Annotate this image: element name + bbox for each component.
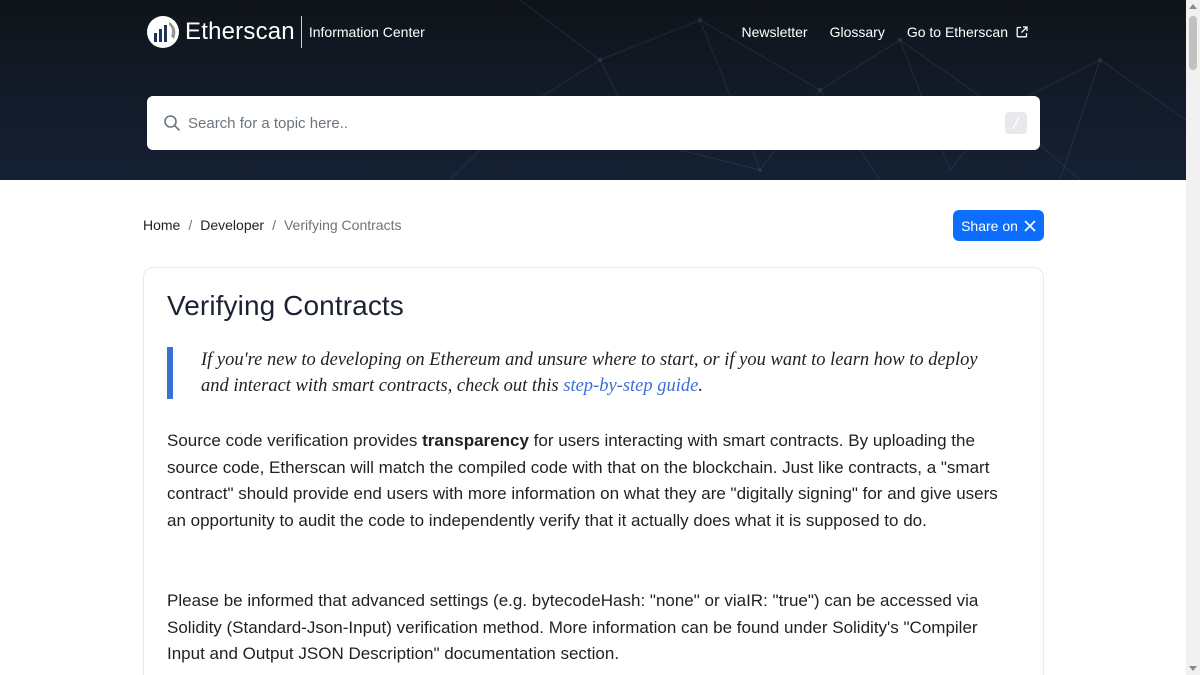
nav-go-to-etherscan-label: Go to Etherscan bbox=[906, 24, 1008, 40]
breadcrumb-developer[interactable]: Developer bbox=[200, 217, 264, 233]
logo-divider bbox=[300, 16, 302, 48]
share-on-x-button[interactable]: Share on bbox=[953, 210, 1044, 241]
brand-name: Etherscan bbox=[185, 18, 295, 45]
slash-icon bbox=[1012, 116, 1020, 130]
breadcrumb-separator: / bbox=[188, 217, 193, 233]
search-shortcut-key bbox=[1005, 112, 1027, 134]
article-card: Verifying Contracts If you're new to dev… bbox=[143, 267, 1044, 675]
breadcrumb-current: Verifying Contracts bbox=[283, 217, 402, 233]
nav-newsletter[interactable]: Newsletter bbox=[741, 24, 807, 40]
breadcrumb-home[interactable]: Home bbox=[143, 217, 180, 233]
paragraph-1-bold: transparency bbox=[422, 431, 529, 450]
article-paragraph-2: Please be informed that advanced setting… bbox=[167, 591, 979, 663]
search-box bbox=[147, 96, 1040, 150]
search-icon bbox=[164, 115, 180, 131]
nav-glossary[interactable]: Glossary bbox=[830, 24, 885, 40]
site-header: Etherscan Information Center Newsletter … bbox=[0, 0, 1186, 180]
scroll-up-arrow-icon[interactable] bbox=[1189, 4, 1197, 9]
article-paragraph-1: Source code verification provides transp… bbox=[167, 428, 1017, 534]
search-input[interactable] bbox=[188, 114, 988, 132]
callout-end: . bbox=[698, 376, 703, 396]
article-callout: If you're new to developing on Ethereum … bbox=[167, 347, 987, 399]
scroll-down-arrow-icon[interactable] bbox=[1189, 666, 1197, 671]
top-nav: Newsletter Glossary Go to Etherscan bbox=[719, 24, 1028, 40]
brand-subtitle: Information Center bbox=[308, 24, 425, 40]
external-link-icon bbox=[1016, 26, 1028, 38]
breadcrumb: Home / Developer / Verifying Contracts bbox=[143, 217, 401, 233]
etherscan-logo-icon bbox=[147, 16, 179, 48]
article-title: Verifying Contracts bbox=[167, 290, 404, 321]
step-by-step-guide-link[interactable]: step-by-step guide bbox=[563, 376, 698, 396]
paragraph-1-start: Source code verification provides bbox=[167, 431, 423, 450]
breadcrumb-separator: / bbox=[272, 217, 276, 233]
x-logo-icon bbox=[1024, 219, 1036, 232]
page-scrollbar[interactable] bbox=[1186, 0, 1200, 675]
site-logo[interactable]: Etherscan Information Center bbox=[147, 16, 425, 48]
share-button-label: Share on bbox=[961, 217, 1018, 234]
nav-go-to-etherscan[interactable]: Go to Etherscan bbox=[907, 24, 1028, 40]
scrollbar-thumb[interactable] bbox=[1189, 16, 1197, 70]
